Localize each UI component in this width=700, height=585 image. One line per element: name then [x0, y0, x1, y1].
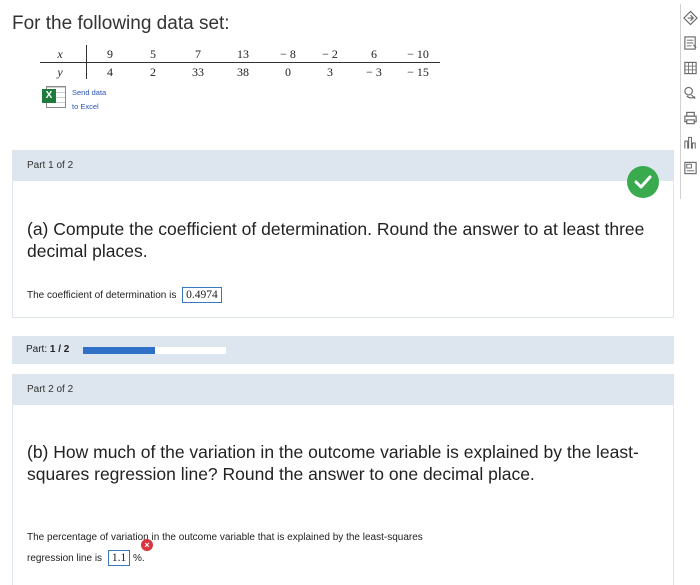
- y-value: 0: [285, 65, 291, 79]
- main-content: For the following data set: x 9 5 7 13 −…: [0, 0, 680, 585]
- right-toolbar: [680, 4, 700, 199]
- calculator-icon[interactable]: [683, 35, 698, 51]
- x-value: 13: [237, 47, 249, 61]
- excel-icon: X: [42, 86, 66, 108]
- grid-icon[interactable]: [683, 60, 698, 76]
- part-2-answer-line1: The percentage of variation in the outco…: [27, 532, 423, 543]
- part-2-header: Part 2 of 2: [13, 375, 673, 405]
- part-1-header: Part 1 of 2: [13, 151, 673, 181]
- part-1-answer: The coefficient of determination is 0.49…: [27, 287, 222, 303]
- y-value: 3: [327, 65, 333, 79]
- excel-link-line1: Send data: [72, 88, 107, 97]
- part-1-answer-input[interactable]: 0.4974: [182, 287, 222, 303]
- part-2-answer-prefix: regression line is: [27, 553, 103, 564]
- y-value: 33: [192, 65, 204, 79]
- hint-icon[interactable]: [683, 85, 698, 101]
- data-icon[interactable]: [683, 160, 698, 176]
- x-value: − 10: [407, 47, 429, 61]
- progress-label-prefix: Part:: [26, 344, 48, 355]
- send-to-excel-link[interactable]: X Send data to Excel: [42, 86, 106, 114]
- y-value: 2: [150, 65, 156, 79]
- progress-bar: [83, 346, 227, 354]
- tools-icon[interactable]: [683, 10, 698, 26]
- x-value: 5: [150, 47, 156, 61]
- x-value: − 8: [280, 47, 296, 61]
- progress-bar-fill: [83, 346, 155, 354]
- page-heading: For the following data set:: [12, 13, 230, 34]
- x-label: x: [57, 47, 63, 61]
- x-value: 6: [371, 47, 377, 61]
- print-icon[interactable]: [683, 110, 698, 126]
- part-progress: Part: 1 / 2: [12, 336, 674, 364]
- table-row-x: x 9 5 7 13 − 8 − 2 6 − 10: [40, 45, 440, 63]
- x-value: 7: [195, 47, 201, 61]
- part-1-answer-prefix: The coefficient of determination is: [27, 290, 177, 301]
- y-value: 4: [107, 65, 113, 79]
- data-table: x 9 5 7 13 − 8 − 2 6 − 10 y 4 2 33 38 0 …: [40, 45, 440, 81]
- y-value: − 3: [366, 65, 382, 79]
- part-2-panel: Part 2 of 2 (b) How much of the variatio…: [12, 374, 674, 585]
- y-label: y: [57, 65, 63, 79]
- part-1-question: (a) Compute the coefficient of determina…: [27, 219, 645, 261]
- excel-link-line2: to Excel: [72, 102, 99, 111]
- x-value: − 2: [322, 47, 338, 61]
- chart-icon[interactable]: [683, 135, 698, 151]
- x-value: 9: [107, 47, 113, 61]
- y-value: − 15: [407, 65, 429, 79]
- part-1-panel: Part 1 of 2 (a) Compute the coefficient …: [12, 150, 674, 318]
- error-x-icon: ×: [141, 539, 153, 551]
- check-icon: [627, 166, 659, 198]
- part-2-answer-suffix: %.: [132, 553, 145, 564]
- part-2-answer-input[interactable]: 1.1: [107, 550, 131, 566]
- part-2-question: (b) How much of the variation in the out…: [27, 442, 639, 484]
- part-2-answer-line2: regression line is 1.1 %.: [27, 550, 145, 566]
- table-row-y: y 4 2 33 38 0 3 − 3 − 15: [40, 63, 440, 81]
- y-value: 38: [237, 65, 249, 79]
- progress-label-value: 1 / 2: [49, 344, 70, 355]
